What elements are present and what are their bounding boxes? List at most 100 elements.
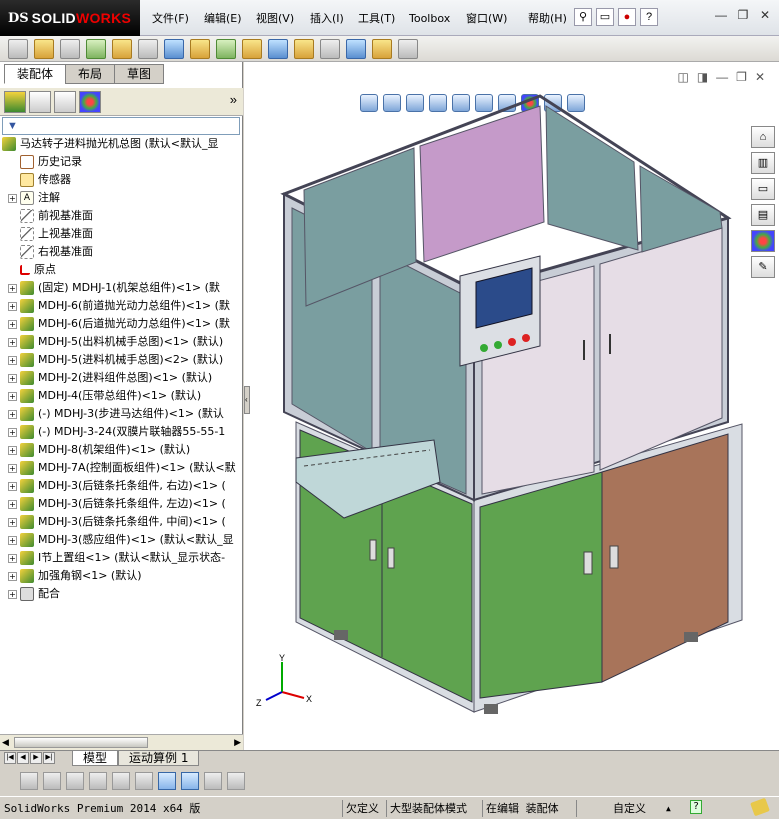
- view-palette-icon[interactable]: ▤: [751, 204, 775, 226]
- expand-icon[interactable]: +: [8, 499, 17, 509]
- tree-node[interactable]: 上视基准面: [0, 225, 243, 243]
- copy-icon[interactable]: [20, 772, 38, 790]
- tree-node[interactable]: + (固定) MDHJ-1(机架总组件)<1> (默: [0, 279, 243, 297]
- units-up-icon[interactable]: ▲: [666, 800, 671, 817]
- expand-icon[interactable]: +: [8, 193, 17, 203]
- exploded-view-icon[interactable]: [294, 38, 314, 59]
- tree-node[interactable]: + A 注解: [0, 189, 243, 207]
- menu-insert[interactable]: 插入(I): [310, 10, 358, 28]
- expand-icon[interactable]: +: [8, 391, 17, 401]
- tab-sketch[interactable]: 草图: [114, 64, 165, 84]
- table-icon[interactable]: [204, 772, 222, 790]
- expand-icon[interactable]: +: [8, 337, 17, 347]
- last-tab-icon[interactable]: ▶|: [43, 752, 55, 764]
- configuration-manager-icon[interactable]: [54, 90, 76, 113]
- tree-node[interactable]: + (-) MDHJ-3-24(双膜片联轴器55-55-1: [0, 423, 243, 441]
- panel-more-icon[interactable]: »: [230, 92, 237, 107]
- tree-node[interactable]: + MDHJ-5(进料机械手总图)<2> (默认): [0, 351, 243, 369]
- next-tab-icon[interactable]: ▶: [30, 752, 42, 764]
- instant3d-icon[interactable]: [398, 38, 418, 59]
- save-icon[interactable]: [227, 772, 245, 790]
- tree-node[interactable]: + MDHJ-4(压带总组件)<1> (默认): [0, 387, 243, 405]
- tree-node[interactable]: + MDHJ-3(感应组件)<1> (默认<默认_显: [0, 531, 243, 549]
- grid-icon[interactable]: [112, 772, 130, 790]
- expand-icon[interactable]: +: [8, 445, 17, 455]
- appearances-icon[interactable]: [751, 230, 775, 252]
- tree-node[interactable]: + (-) MDHJ-3(步进马达组件)<1> (默认: [0, 405, 243, 423]
- expand-icon[interactable]: +: [8, 409, 17, 419]
- tree-node[interactable]: + MDHJ-3(后链条托条组件, 右边)<1> (: [0, 477, 243, 495]
- tree-filter[interactable]: ▼: [2, 117, 240, 135]
- bill-of-materials-icon[interactable]: [268, 38, 288, 59]
- scroll-right-icon[interactable]: ▶: [234, 737, 241, 748]
- panel-collapse-handle[interactable]: ‹: [244, 386, 250, 414]
- show-hidden-icon[interactable]: [164, 38, 184, 59]
- pin-icon[interactable]: ⚲: [574, 8, 592, 26]
- help-status-icon[interactable]: ?: [690, 800, 702, 814]
- menu-view[interactable]: 视图(V): [256, 10, 310, 28]
- menu-toolbox[interactable]: Toolbox: [409, 10, 466, 28]
- expand-icon[interactable]: +: [8, 319, 17, 329]
- tree-node[interactable]: 马达转子进料抛光机总图 (默认<默认_显: [0, 135, 243, 153]
- minimize-button[interactable]: —: [713, 8, 729, 24]
- tree-node[interactable]: + 配合: [0, 585, 243, 603]
- linear-pattern-icon[interactable]: [86, 38, 106, 59]
- reference-geometry-icon[interactable]: [216, 38, 236, 59]
- tree-node[interactable]: 原点: [0, 261, 243, 279]
- property-manager-icon[interactable]: [29, 90, 51, 113]
- scroll-left-icon[interactable]: ◀: [2, 737, 9, 748]
- machine-model[interactable]: [244, 62, 779, 750]
- tab-model[interactable]: 模型: [72, 751, 119, 766]
- tree-node[interactable]: + MDHJ-6(前道抛光动力总组件)<1> (默: [0, 297, 243, 315]
- snap-icon[interactable]: [135, 772, 153, 790]
- tree-node[interactable]: 传感器: [0, 171, 243, 189]
- tree-node[interactable]: + MDHJ-3(后链条托条组件, 左边)<1> (: [0, 495, 243, 513]
- expand-icon[interactable]: +: [8, 589, 17, 599]
- tree-node[interactable]: + MDHJ-3(后链条托条组件, 中间)<1> (: [0, 513, 243, 531]
- explode-line-sketch-icon[interactable]: [320, 38, 340, 59]
- traffic-light-icon[interactable]: ●: [618, 8, 636, 26]
- expand-icon[interactable]: +: [8, 535, 17, 545]
- expand-icon[interactable]: +: [8, 481, 17, 491]
- solidworks-logo[interactable]: DS SOLIDWORKS: [0, 0, 140, 36]
- new-motion-study-icon[interactable]: [242, 38, 262, 59]
- scroll-thumb[interactable]: [14, 737, 148, 748]
- new-document-icon[interactable]: ▭: [596, 8, 614, 26]
- tag-icon[interactable]: [750, 797, 770, 817]
- solidworks-resources-icon[interactable]: ⌂: [751, 126, 775, 148]
- interference-detection-icon[interactable]: [346, 38, 366, 59]
- clearance-verification-icon[interactable]: [372, 38, 392, 59]
- tree-node[interactable]: + MDHJ-6(后道抛光动力总组件)<1> (默: [0, 315, 243, 333]
- prev-tab-icon[interactable]: ◀: [17, 752, 29, 764]
- format-painter-icon[interactable]: [66, 772, 84, 790]
- expand-icon[interactable]: +: [8, 283, 17, 293]
- graphics-area[interactable]: ◫ ◨ — ❐ ✕ ⌂ ▥ ▭ ▤ ✎ X Y Z: [244, 62, 779, 750]
- tree-node[interactable]: + MDHJ-7A(控制面板组件)<1> (默认<默: [0, 459, 243, 477]
- edit-component-icon[interactable]: [8, 38, 28, 59]
- tab-layout[interactable]: 布局: [65, 64, 116, 84]
- menu-file[interactable]: 文件(F): [152, 10, 204, 28]
- expand-icon[interactable]: +: [8, 571, 17, 581]
- feature-manager-tree-icon[interactable]: [4, 90, 26, 113]
- tree-node[interactable]: + MDHJ-5(出料机械手总图)<1> (默认): [0, 333, 243, 351]
- tab-motion-study[interactable]: 运动算例 1: [118, 751, 200, 766]
- tree-node[interactable]: 前视基准面: [0, 207, 243, 225]
- expand-icon[interactable]: +: [8, 355, 17, 365]
- custom-properties-icon[interactable]: ✎: [751, 256, 775, 278]
- file-explorer-icon[interactable]: ▭: [751, 178, 775, 200]
- close-button[interactable]: ✕: [757, 8, 773, 24]
- tree-node[interactable]: + MDHJ-2(进料组件总图)<1> (默认): [0, 369, 243, 387]
- expand-icon[interactable]: +: [8, 427, 17, 437]
- expand-icon[interactable]: +: [8, 517, 17, 527]
- display-manager-icon[interactable]: [79, 90, 101, 113]
- smart-fasteners-icon[interactable]: [112, 38, 132, 59]
- design-library-icon[interactable]: ▥: [751, 152, 775, 174]
- tree-node[interactable]: + 加强角钢<1> (默认): [0, 567, 243, 585]
- mate-icon[interactable]: [60, 38, 80, 59]
- restore-button[interactable]: ❐: [735, 8, 751, 24]
- align-icon[interactable]: [89, 772, 107, 790]
- tree-node[interactable]: + I节上置组<1> (默认<默认_显示状态-: [0, 549, 243, 567]
- panel-horizontal-scrollbar[interactable]: ◀ ▶: [0, 734, 243, 750]
- move-component-icon[interactable]: [138, 38, 158, 59]
- expand-icon[interactable]: +: [8, 373, 17, 383]
